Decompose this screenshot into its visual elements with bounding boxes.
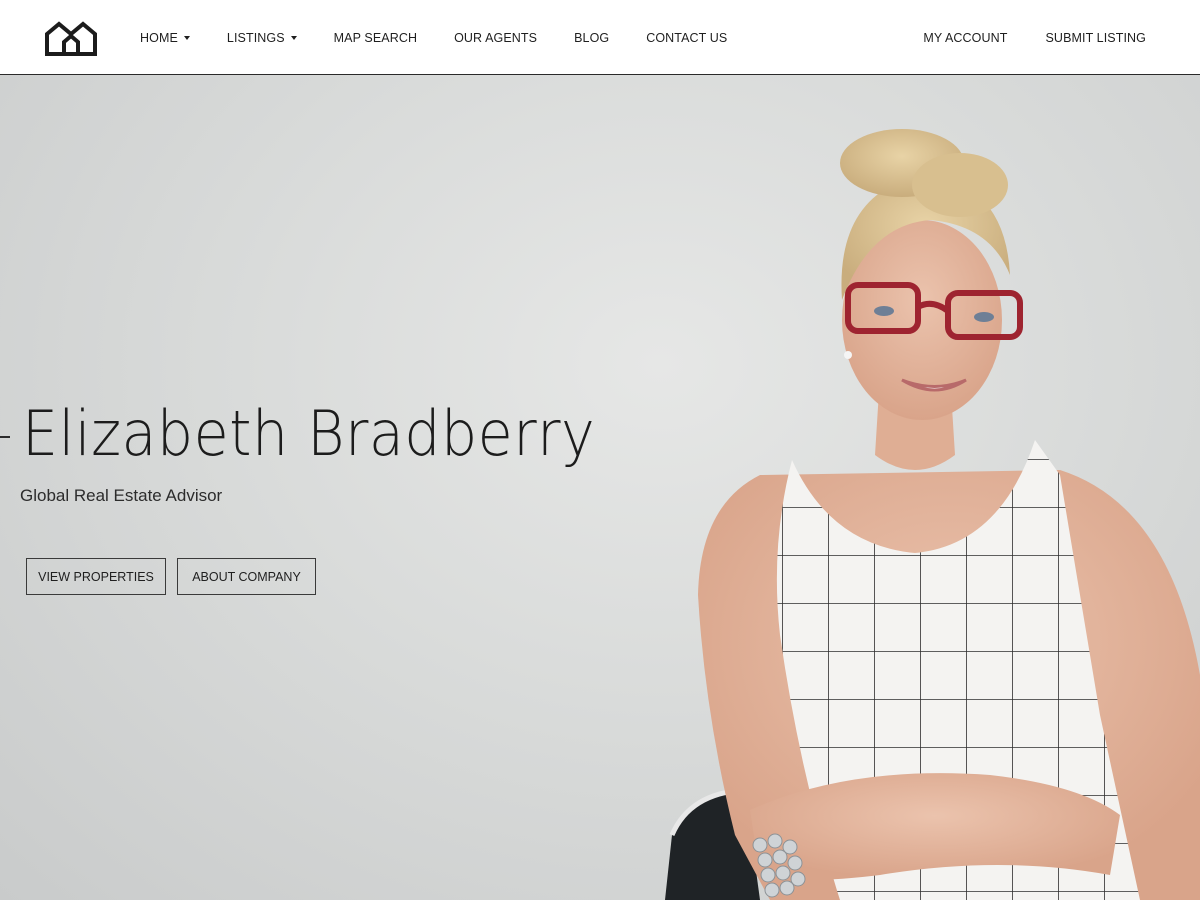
main-nav: HOME LISTINGS MAP SEARCH OUR AGENTS BLOG… xyxy=(140,0,764,75)
caret-down-icon xyxy=(290,36,297,40)
nav-listings-label: LISTINGS xyxy=(226,30,285,45)
view-properties-label: VIEW PROPERTIES xyxy=(38,569,154,584)
nav-home[interactable]: HOME xyxy=(140,31,190,45)
nav-blog[interactable]: BLOG xyxy=(574,31,609,45)
account-nav: MY ACCOUNT SUBMIT LISTING xyxy=(885,0,1146,75)
house-logo-icon[interactable] xyxy=(44,18,98,56)
about-company-label: ABOUT COMPANY xyxy=(192,569,301,584)
nav-our-agents-label: OUR AGENTS xyxy=(454,30,538,45)
nav-submit-listing[interactable]: SUBMIT LISTING xyxy=(1046,31,1147,45)
nav-blog-label: BLOG xyxy=(574,30,610,45)
nav-my-account[interactable]: MY ACCOUNT xyxy=(923,31,1007,45)
agent-name-heading: Elizabeth Bradberry xyxy=(22,397,596,470)
hero-banner: Elizabeth Bradberry Global Real Estate A… xyxy=(0,75,1200,900)
nav-contact-us[interactable]: CONTACT US xyxy=(646,31,727,45)
site-header: HOME LISTINGS MAP SEARCH OUR AGENTS BLOG… xyxy=(0,0,1200,75)
nav-our-agents[interactable]: OUR AGENTS xyxy=(454,31,537,45)
view-properties-button[interactable]: VIEW PROPERTIES xyxy=(26,558,166,595)
agent-title-subheading: Global Real Estate Advisor xyxy=(20,486,223,505)
nav-map-search-label: MAP SEARCH xyxy=(333,30,418,45)
nav-home-label: HOME xyxy=(140,30,178,45)
title-dash xyxy=(0,436,10,438)
nav-map-search[interactable]: MAP SEARCH xyxy=(334,31,417,45)
nav-my-account-label: MY ACCOUNT xyxy=(923,30,1008,45)
about-company-button[interactable]: ABOUT COMPANY xyxy=(177,558,316,595)
nav-contact-us-label: CONTACT US xyxy=(646,30,728,45)
caret-down-icon xyxy=(183,36,190,40)
nav-listings[interactable]: LISTINGS xyxy=(227,31,297,45)
nav-submit-listing-label: SUBMIT LISTING xyxy=(1045,30,1146,45)
